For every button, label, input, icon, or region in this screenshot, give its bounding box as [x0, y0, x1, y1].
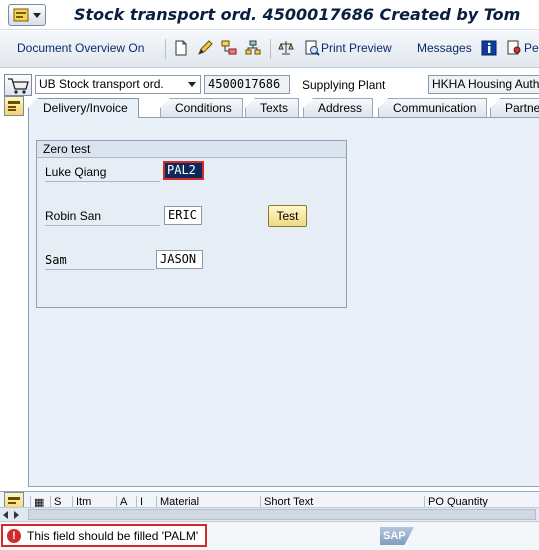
expand-collapse-icon	[8, 101, 20, 111]
info-icon[interactable]	[480, 39, 498, 57]
error-circle-icon: !	[7, 529, 21, 543]
sap-logo: SAP	[380, 527, 414, 545]
test-button[interactable]: Test	[268, 205, 307, 227]
tab-texts[interactable]: Texts	[245, 98, 300, 118]
scrollbar-thumb[interactable]	[28, 509, 536, 520]
status-message[interactable]: ! This field should be filled 'PALM'	[1, 524, 207, 547]
pricing-scale-icon[interactable]	[277, 39, 295, 57]
chevron-down-icon	[33, 13, 41, 18]
messages-button[interactable]: Messages	[417, 41, 472, 55]
system-menu-button[interactable]	[8, 4, 46, 26]
structure-icon[interactable]	[244, 39, 262, 57]
tab-delivery-invoice[interactable]: Delivery/Invoice	[28, 98, 139, 118]
supplying-plant-field[interactable]: HKHA Housing Auth	[428, 75, 539, 94]
sam-input[interactable]: JASON	[156, 250, 203, 269]
print-preview-icon[interactable]	[303, 39, 321, 57]
status-message-text: This field should be filled 'PALM'	[27, 529, 199, 543]
group-title: Zero test	[37, 141, 346, 158]
document-number-field[interactable]: 4500017686	[204, 75, 290, 94]
chevron-down-icon	[188, 82, 196, 87]
tab-communication[interactable]: Communication	[378, 98, 488, 118]
header-collapse-toggle[interactable]	[4, 96, 24, 116]
document-overview-button[interactable]: Document Overview On	[17, 41, 144, 55]
tab-conditions[interactable]: Conditions	[160, 98, 243, 118]
scroll-right-icon[interactable]	[14, 511, 19, 519]
shopping-cart-icon	[8, 78, 29, 94]
robin-san-input[interactable]: ERIC	[164, 206, 202, 225]
header-row: UB Stock transport ord. 4500017686 Suppl…	[0, 72, 539, 96]
application-toolbar: Document Overview On Print Preview Messa…	[0, 31, 539, 68]
document-type-dropdown[interactable]: UB Stock transport ord.	[35, 75, 201, 94]
toolbar-separator	[165, 39, 166, 59]
supplying-plant-label: Supplying Plant	[302, 78, 386, 92]
hierarchy-icon[interactable]	[220, 39, 238, 57]
toolbar-separator	[270, 39, 271, 59]
personal-setting-button[interactable]: Pe	[524, 41, 539, 55]
tab-address[interactable]: Address	[303, 98, 374, 118]
cart-button[interactable]	[4, 74, 32, 96]
title-bar: Stock transport ord. 4500017686 Created …	[0, 0, 539, 30]
scroll-left-icon[interactable]	[3, 511, 8, 519]
field-label-luke-qiang: Luke Qiang	[45, 165, 160, 182]
window-title: Stock transport ord. 4500017686 Created …	[74, 5, 521, 24]
items-table-area: ▦ S Itm A I Material Short Text PO Quant…	[0, 491, 539, 521]
field-label-robin-san: Robin San	[45, 209, 160, 226]
personal-setting-icon[interactable]	[505, 39, 523, 57]
status-bar: ! This field should be filled 'PALM' SAP	[0, 521, 539, 550]
horizontal-scrollbar[interactable]	[0, 507, 539, 521]
edit-pencil-icon[interactable]	[196, 39, 214, 57]
print-preview-button[interactable]: Print Preview	[321, 41, 392, 55]
luke-qiang-input[interactable]: PAL2	[163, 161, 204, 180]
new-document-icon[interactable]	[172, 39, 190, 57]
document-type-value: UB Stock transport ord.	[39, 77, 164, 91]
tab-partner[interactable]: Partner	[490, 98, 539, 118]
sap-menu-icon	[13, 8, 29, 22]
field-label-sam: Sam	[45, 253, 155, 270]
